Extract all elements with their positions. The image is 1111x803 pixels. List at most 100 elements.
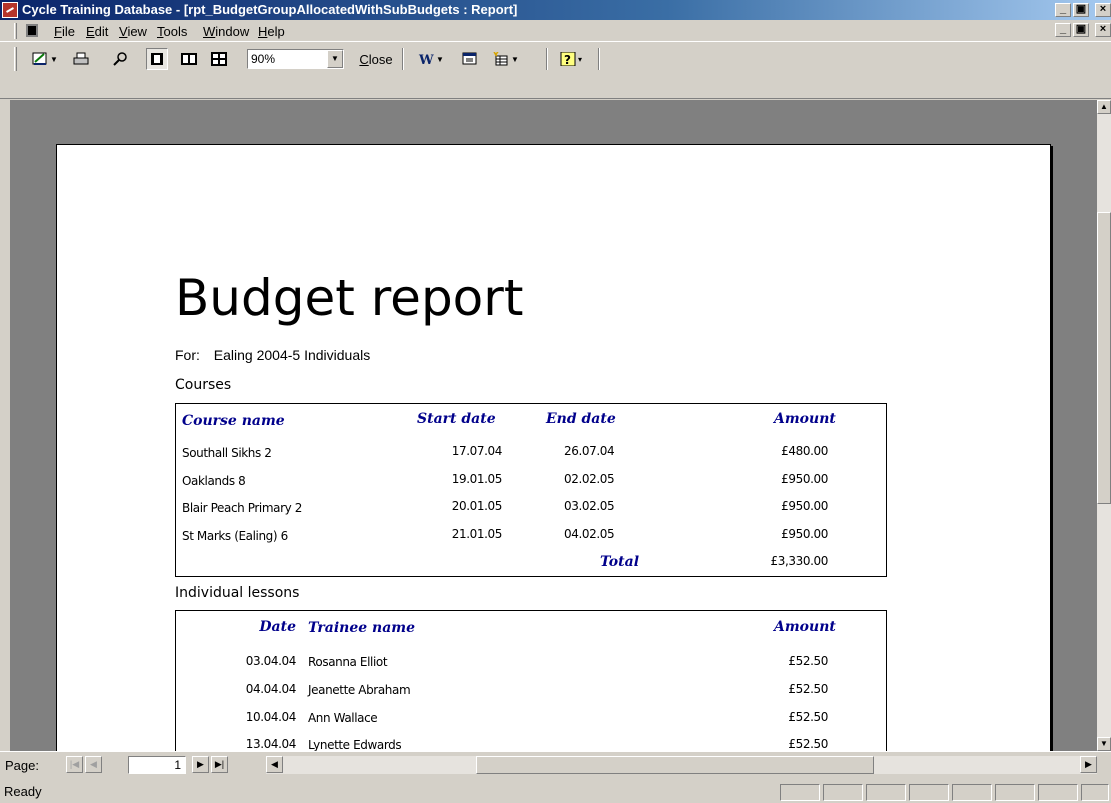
- toolbar-grip[interactable]: [14, 47, 17, 71]
- chevron-down-icon: ▼: [50, 54, 58, 64]
- doc-restore-button[interactable]: ▣: [1073, 23, 1089, 37]
- window-title: Cycle Training Database - [rpt_BudgetGro…: [22, 2, 518, 17]
- vertical-scroll-thumb[interactable]: [1097, 212, 1111, 504]
- trainee-name-cell: Rosanna Elliot: [308, 655, 388, 669]
- for-label: For:: [175, 347, 200, 363]
- zoom-value[interactable]: 90%: [251, 52, 275, 66]
- horizontal-scroll-thumb[interactable]: [476, 756, 874, 774]
- status-panel: [952, 784, 992, 801]
- restore-button[interactable]: ▣: [1073, 3, 1089, 17]
- record-navigation-bar: Page: |◀ ◀ 1 ▶ ▶| ◀ ▶: [0, 751, 1111, 777]
- status-panel: [780, 784, 820, 801]
- vertical-scrollbar[interactable]: ▲ ▼: [1097, 100, 1111, 751]
- menu-view[interactable]: View: [119, 24, 147, 39]
- menu-help[interactable]: Help: [258, 24, 285, 39]
- zoom-button[interactable]: [110, 48, 132, 70]
- chevron-down-icon: ▼: [511, 54, 519, 64]
- first-page-button[interactable]: |◀: [66, 756, 83, 773]
- scroll-right-icon[interactable]: ▶: [1080, 756, 1097, 773]
- amount-cell: £52.50: [788, 710, 828, 724]
- horizontal-scrollbar[interactable]: ◀ ▶: [266, 756, 1097, 774]
- chevron-down-icon: ▾: [577, 54, 582, 64]
- previous-page-button[interactable]: ◀: [85, 756, 102, 773]
- report-title: Budget report: [175, 269, 524, 327]
- status-panel: [1038, 784, 1078, 801]
- end-date-cell: 26.07.04: [564, 444, 615, 458]
- printer-icon: [73, 52, 89, 65]
- access-app-icon[interactable]: [2, 2, 18, 18]
- last-page-button[interactable]: ▶|: [211, 756, 228, 773]
- help-icon: ?: [560, 52, 576, 66]
- print-preview-area[interactable]: Budget report For: Ealing 2004-5 Individ…: [10, 100, 1097, 751]
- total-label: Total: [600, 554, 640, 570]
- menu-file[interactable]: File: [54, 24, 75, 39]
- title-bar: Cycle Training Database - [rpt_BudgetGro…: [0, 0, 1111, 20]
- help-button[interactable]: ? ▾: [554, 48, 588, 70]
- close-window-button[interactable]: ×: [1095, 3, 1111, 17]
- one-page-button[interactable]: [146, 48, 168, 70]
- trainee-name-header: Trainee name: [308, 620, 416, 636]
- zoom-dropdown-icon[interactable]: ▼: [327, 50, 343, 68]
- multiple-pages-icon: [211, 52, 227, 66]
- new-object-button[interactable]: ▼: [486, 48, 526, 70]
- status-panel: [823, 784, 863, 801]
- individual-lessons-heading: Individual lessons: [175, 585, 300, 601]
- lesson-date-cell: 03.04.04: [245, 654, 297, 668]
- trainee-name-cell: Ann Wallace: [308, 711, 378, 725]
- toolbar-separator: [546, 48, 548, 70]
- scroll-down-icon[interactable]: ▼: [1097, 737, 1111, 751]
- course-name-header: Course name: [182, 413, 285, 429]
- course-name-cell: St Marks (Ealing) 6: [182, 529, 288, 543]
- trainee-name-cell: Lynette Edwards: [308, 738, 402, 751]
- courses-table: Course name Start date End date Amount S…: [175, 403, 887, 577]
- amount-header: Amount: [774, 619, 836, 635]
- print-button[interactable]: [70, 48, 92, 70]
- doc-close-button[interactable]: ×: [1095, 23, 1111, 37]
- new-object-icon: [493, 52, 508, 66]
- next-page-button[interactable]: ▶: [192, 756, 209, 773]
- scroll-left-icon[interactable]: ◀: [266, 756, 283, 773]
- database-window-button[interactable]: [458, 48, 482, 70]
- status-panel: [995, 784, 1035, 801]
- menu-edit[interactable]: Edit: [86, 24, 108, 39]
- lesson-date-cell: 13.04.04: [245, 737, 297, 751]
- amount-cell: £950.00: [781, 472, 828, 486]
- page-number-input[interactable]: 1: [128, 756, 186, 774]
- minimize-button[interactable]: _: [1055, 3, 1071, 17]
- report-page: Budget report For: Ealing 2004-5 Individ…: [56, 144, 1051, 751]
- menubar-grip[interactable]: [14, 23, 17, 39]
- report-document-icon[interactable]: [26, 24, 38, 37]
- amount-cell: £52.50: [788, 654, 828, 668]
- amount-cell: £950.00: [781, 499, 828, 513]
- close-preview-button[interactable]: Close: [354, 48, 398, 70]
- course-name-cell: Oaklands 8: [182, 474, 246, 488]
- page-label: Page:: [5, 758, 39, 773]
- course-name-cell: Blair Peach Primary 2: [182, 501, 302, 515]
- two-pages-button[interactable]: [178, 48, 200, 70]
- amount-cell: £480.00: [781, 444, 828, 458]
- zoom-combobox[interactable]: 90% ▼: [247, 49, 344, 69]
- start-date-cell: 20.01.05: [451, 499, 503, 513]
- trainee-name-cell: Jeanette Abraham: [308, 683, 411, 697]
- doc-minimize-button[interactable]: _: [1055, 23, 1071, 37]
- office-links-button[interactable]: W ▼: [410, 48, 452, 70]
- word-icon: W: [418, 53, 434, 66]
- lessons-table: Date Trainee name Amount 03.04.04 Rosann…: [175, 610, 887, 751]
- status-text: Ready: [4, 784, 42, 799]
- scroll-up-icon[interactable]: ▲: [1097, 100, 1111, 114]
- start-date-cell: 19.01.05: [451, 472, 503, 486]
- multiple-pages-button[interactable]: [208, 48, 230, 70]
- toolbar-end-separator: [598, 48, 600, 70]
- total-amount: £3,330.00: [770, 554, 829, 568]
- amount-cell: £52.50: [788, 682, 828, 696]
- menu-tools[interactable]: Tools: [157, 24, 187, 39]
- chevron-down-icon: ▼: [436, 54, 444, 64]
- database-window-icon: [462, 52, 477, 65]
- print-preview-toolbar: ▼ 90% ▼ Close W ▼ ▼ ? ▾: [0, 43, 1111, 99]
- view-button[interactable]: ▼: [26, 48, 64, 70]
- for-value: Ealing 2004-5 Individuals: [213, 347, 371, 363]
- status-bar: Ready: [0, 781, 1111, 803]
- svg-text:?: ?: [564, 53, 571, 66]
- toolbar-separator: [402, 48, 404, 70]
- menu-window[interactable]: Window: [203, 24, 249, 39]
